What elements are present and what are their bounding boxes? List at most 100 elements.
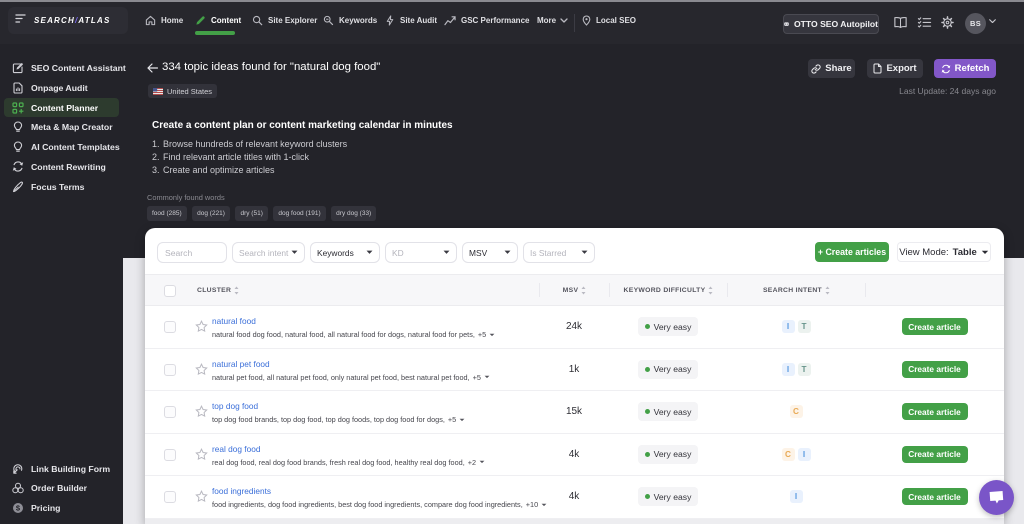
nav-local-seo[interactable]: Local SEO [582, 10, 636, 32]
star-icon[interactable] [195, 490, 208, 508]
pen-icon [12, 181, 24, 193]
cluster-link[interactable]: natural pet food [212, 359, 270, 369]
row-checkbox[interactable] [164, 491, 176, 503]
cluster-link[interactable]: food ingredients [212, 486, 271, 496]
sidebar-item-label: SEO Content Assistant [31, 63, 126, 73]
sidebar-item-pricing[interactable]: $ Pricing [4, 499, 119, 518]
otto-seo-autopilot-button[interactable]: OTTO SEO Autopilot [783, 13, 879, 34]
brand-logo[interactable]: SEARCH/ATLAS [34, 16, 111, 25]
kd-filter-label: KD [392, 247, 404, 258]
sidebar-item-focus-terms[interactable]: Focus Terms [4, 177, 119, 196]
create-article-button[interactable]: Create article [901, 403, 968, 421]
export-button[interactable]: Export [867, 59, 923, 78]
row-checkbox[interactable] [164, 363, 176, 376]
row-checkbox[interactable] [164, 448, 176, 461]
nav-more[interactable]: More [537, 10, 568, 32]
lightbulb-icon [12, 141, 24, 153]
create-articles-button[interactable]: + Create articles [815, 242, 889, 262]
create-article-button[interactable]: Create article [901, 318, 968, 336]
nav-site-audit[interactable]: Site Audit [385, 10, 437, 32]
msv-filter[interactable]: MSV [462, 242, 518, 263]
checklist-icon[interactable] [917, 16, 932, 29]
logo-container: SEARCH/ATLAS [8, 6, 128, 34]
sidebar-item-seo-content-assistant[interactable]: SEO Content Assistant [4, 59, 126, 78]
word-chip[interactable]: food (285) [147, 206, 187, 221]
local-seo-pin-icon [582, 15, 591, 26]
table-body: natural food natural food dog food, natu… [145, 306, 1004, 519]
is-starred-filter[interactable]: Is Starred [523, 242, 595, 263]
nav-more-label: More [537, 16, 557, 25]
word-chip[interactable]: dry dog (33) [331, 206, 377, 221]
keywords-more[interactable]: +5 [448, 415, 456, 424]
column-header-difficulty[interactable]: KEYWORD DIFFICULTY [624, 286, 714, 295]
keywords-more[interactable]: +10 [526, 500, 538, 509]
keywords-filter[interactable]: Keywords [310, 242, 380, 263]
keywords-more[interactable]: +5 [473, 373, 481, 382]
search-intent-filter[interactable]: Search intent [232, 242, 305, 263]
back-arrow-icon[interactable] [147, 60, 159, 78]
coins-icon [12, 482, 24, 494]
docs-book-icon[interactable] [893, 16, 908, 29]
chat-bubble-button[interactable] [979, 480, 1014, 515]
select-all-checkbox[interactable] [164, 285, 176, 297]
sidebar-item-content-rewriting[interactable]: Content Rewriting [4, 157, 119, 176]
row-checkbox[interactable] [164, 406, 176, 418]
caret-down-icon [489, 333, 495, 336]
menu-hamburger-icon[interactable] [15, 11, 26, 29]
star-icon[interactable] [195, 362, 208, 381]
row-checkbox[interactable] [164, 321, 176, 333]
nav-content[interactable]: Content [195, 10, 241, 32]
star-icon[interactable] [195, 447, 208, 466]
nav-content-label: Content [211, 16, 242, 25]
share-button[interactable]: Share [808, 59, 855, 78]
cluster-link[interactable]: real dog food [212, 444, 260, 454]
intro-steps: 1. Browse hundreds of relevant keyword cl… [152, 139, 347, 178]
create-article-button[interactable]: Create article [901, 360, 968, 378]
sort-icon [234, 286, 239, 294]
word-chip[interactable]: dry (51) [235, 206, 268, 221]
step-number: 2. [152, 151, 160, 162]
cluster-link[interactable]: top dog food [212, 401, 258, 411]
grid-plus-icon [12, 101, 24, 114]
search-input[interactable] [157, 242, 227, 263]
caret-down-icon [504, 250, 511, 255]
sidebar-item-meta-map-creator[interactable]: Meta & Map Creator [4, 118, 119, 137]
create-article-button[interactable]: Create article [901, 488, 968, 506]
sidebar-item-link-building-form[interactable]: Link Building Form [4, 459, 119, 478]
settings-gear-icon[interactable] [941, 15, 954, 29]
user-avatar[interactable]: BS [965, 12, 986, 34]
step-number: 3. [152, 164, 160, 175]
column-header-cluster[interactable]: CLUSTER [197, 286, 239, 295]
difficulty-dot [644, 324, 650, 330]
view-mode-selector[interactable]: View Mode: Table [897, 242, 991, 262]
word-chip[interactable]: dog (221) [192, 206, 230, 221]
cluster-keywords: natural pet food, all natural pet food, … [212, 373, 490, 382]
keywords-more[interactable]: +2 [468, 458, 476, 467]
refetch-button[interactable]: Refetch [934, 59, 996, 78]
difficulty-dot [644, 494, 650, 500]
nav-home[interactable]: Home [145, 10, 183, 32]
difficulty-label: Very easy [653, 321, 692, 332]
cluster-link[interactable]: natural food [212, 316, 256, 326]
nav-keywords[interactable]: Keywords [323, 10, 377, 32]
caret-down-icon [291, 250, 298, 255]
difficulty-label: Very easy [653, 491, 692, 502]
word-chip[interactable]: dog food (191) [273, 206, 326, 221]
star-icon[interactable] [195, 405, 208, 423]
sidebar-item-ai-content-templates[interactable]: AI Content Templates [4, 138, 120, 157]
nav-site-explorer[interactable]: Site Explorer [252, 10, 317, 32]
sidebar-item-order-builder[interactable]: Order Builder [4, 479, 119, 498]
kd-filter[interactable]: KD [385, 242, 457, 263]
avatar-caret-icon[interactable] [989, 18, 996, 24]
create-article-button[interactable]: Create article [901, 445, 968, 463]
keywords-more[interactable]: +5 [478, 330, 486, 339]
star-icon[interactable] [195, 320, 208, 338]
column-header-search-intent[interactable]: SEARCH INTENT [763, 286, 830, 295]
column-header-msv[interactable]: MSV [563, 286, 587, 295]
export-label: Export [886, 63, 917, 74]
nav-gsc-performance[interactable]: GSC Performance [444, 10, 529, 32]
otto-robot-icon [784, 21, 789, 26]
sidebar-item-content-planner[interactable]: Content Planner [4, 98, 119, 117]
nav-local-seo-label: Local SEO [596, 16, 637, 25]
sidebar-item-onpage-audit[interactable]: Onpage Audit [4, 78, 119, 97]
